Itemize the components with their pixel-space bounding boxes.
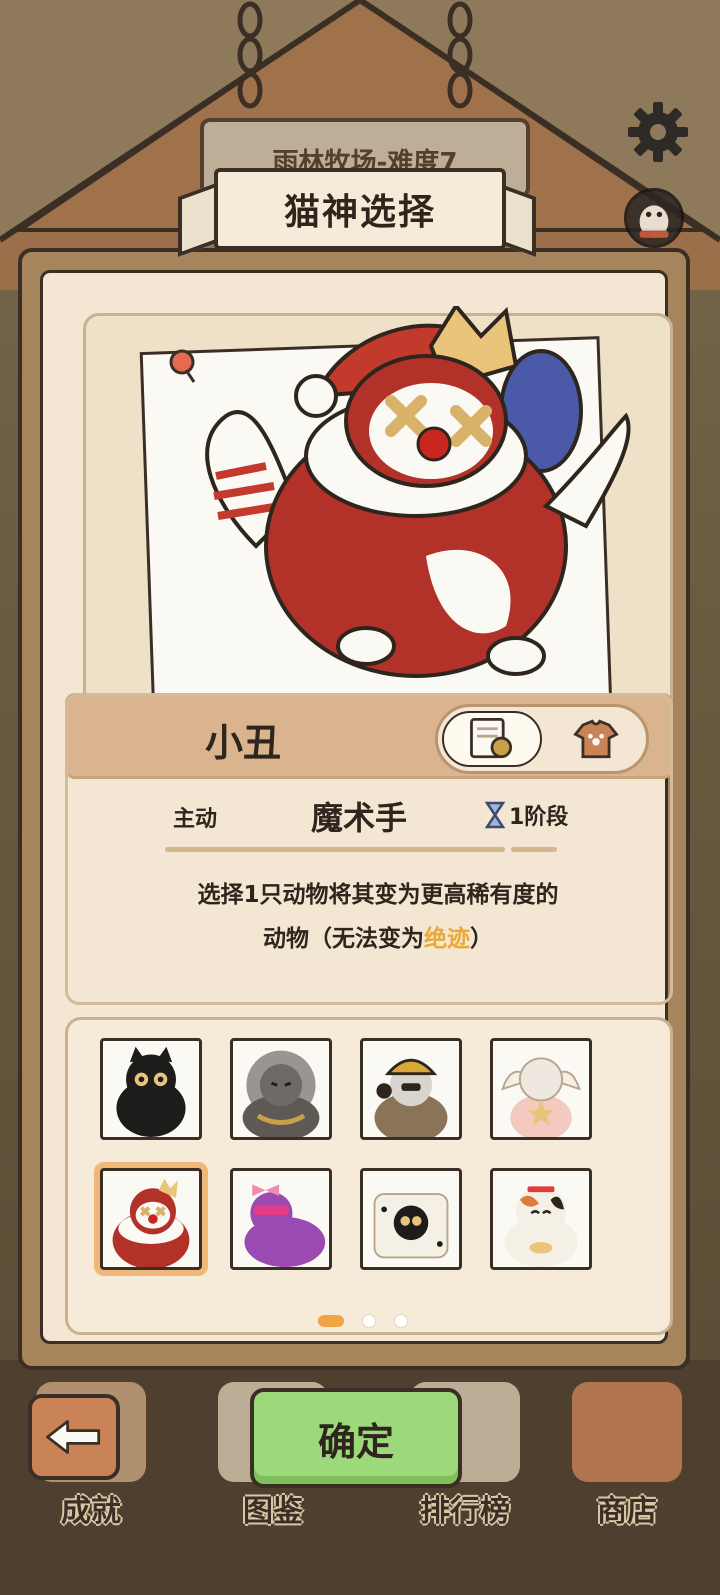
skill-divider-short bbox=[511, 847, 557, 852]
cat-thumb-black-cat[interactable] bbox=[100, 1038, 202, 1140]
cat-selection-grid bbox=[65, 1017, 673, 1335]
dice-cat-icon bbox=[373, 1193, 449, 1259]
skill-description: 选择1只动物将其变为更高稀有度的 动物（无法变为绝迹） bbox=[83, 873, 673, 961]
skill-description-line2: 动物（无法变为绝迹） bbox=[263, 926, 493, 952]
back-arrow-icon bbox=[46, 1420, 101, 1454]
cat-thumb-miner-cat[interactable] bbox=[360, 1038, 462, 1140]
info-outfit-toggle bbox=[435, 704, 649, 774]
black-cat-icon bbox=[116, 1046, 186, 1137]
cat-thumb-clown-cat[interactable] bbox=[100, 1168, 202, 1270]
settings-button[interactable] bbox=[624, 98, 692, 166]
skill-stage: 1阶段 bbox=[485, 799, 568, 831]
extinct-highlight: 绝迹 bbox=[424, 926, 470, 952]
dialog-inner-panel: 小丑 主动 魔术手 1阶段 选择1只动物将其变为更高稀有度的 动物（无法变为绝迹… bbox=[40, 270, 673, 1344]
confirm-button[interactable]: 确定 bbox=[250, 1388, 462, 1488]
cat-thumb-angel-cat[interactable] bbox=[490, 1038, 592, 1140]
profile-avatar-button[interactable] bbox=[624, 188, 684, 248]
certificate-icon bbox=[470, 717, 513, 759]
gear-icon bbox=[628, 102, 688, 162]
penguin-avatar-icon bbox=[639, 205, 669, 238]
dialog-title: 猫神选择 bbox=[283, 192, 436, 233]
page-dot-3[interactable] bbox=[394, 1314, 408, 1328]
skill-type: 主动 bbox=[173, 807, 218, 832]
skill-description-line1: 选择1只动物将其变为更高稀有度的 bbox=[197, 882, 559, 908]
gray-lion-cat-icon bbox=[242, 1050, 320, 1137]
shop-icon bbox=[572, 1382, 682, 1482]
hourglass-icon bbox=[485, 801, 505, 829]
nav-shop-label: 商店 bbox=[597, 1494, 657, 1529]
cat-thumb-purple-bow-cat[interactable] bbox=[230, 1168, 332, 1270]
cat-thumb-calico-lucky-cat[interactable] bbox=[490, 1168, 592, 1270]
character-art-card bbox=[83, 306, 673, 722]
nav-shop[interactable]: 商店 bbox=[562, 1380, 692, 1530]
chain-right bbox=[447, 1, 473, 109]
purple-bow-cat-icon bbox=[244, 1184, 326, 1267]
nav-collection-label: 图鉴 bbox=[243, 1494, 303, 1529]
clown-cat-illustration bbox=[205, 306, 631, 678]
calico-lucky-cat-icon bbox=[504, 1186, 578, 1267]
dialog-title-banner: 猫神选择 bbox=[214, 168, 506, 250]
nav-achievements-label: 成就 bbox=[61, 1494, 121, 1529]
confirm-button-label: 确定 bbox=[317, 1419, 394, 1464]
cat-thumb-gray-lion-cat[interactable] bbox=[230, 1038, 332, 1140]
character-name-bar: 小丑 bbox=[65, 693, 673, 779]
cat-thumb-dice-cat[interactable] bbox=[360, 1168, 462, 1270]
clown-cat-icon bbox=[112, 1178, 190, 1267]
god-cat-select-dialog: 小丑 主动 魔术手 1阶段 选择1只动物将其变为更高稀有度的 动物（无法变为绝迹… bbox=[18, 248, 690, 1370]
shirt-icon bbox=[573, 719, 619, 759]
toggle-info-button[interactable] bbox=[442, 711, 542, 767]
page-dot-2[interactable] bbox=[362, 1314, 376, 1328]
back-button[interactable] bbox=[28, 1394, 120, 1480]
chain-left bbox=[237, 1, 263, 109]
skill-divider bbox=[165, 847, 505, 852]
page-dot-1[interactable] bbox=[318, 1315, 344, 1327]
miner-cat-icon bbox=[374, 1058, 448, 1137]
page-indicator bbox=[318, 1314, 408, 1328]
skill-stage-text: 1阶段 bbox=[509, 805, 569, 830]
angel-cat-icon bbox=[501, 1057, 581, 1137]
character-name: 小丑 bbox=[205, 721, 282, 765]
toggle-outfit-button[interactable] bbox=[546, 711, 646, 767]
skill-name: 魔术手 bbox=[311, 799, 408, 837]
nav-leaderboard-label: 排行榜 bbox=[420, 1494, 510, 1529]
